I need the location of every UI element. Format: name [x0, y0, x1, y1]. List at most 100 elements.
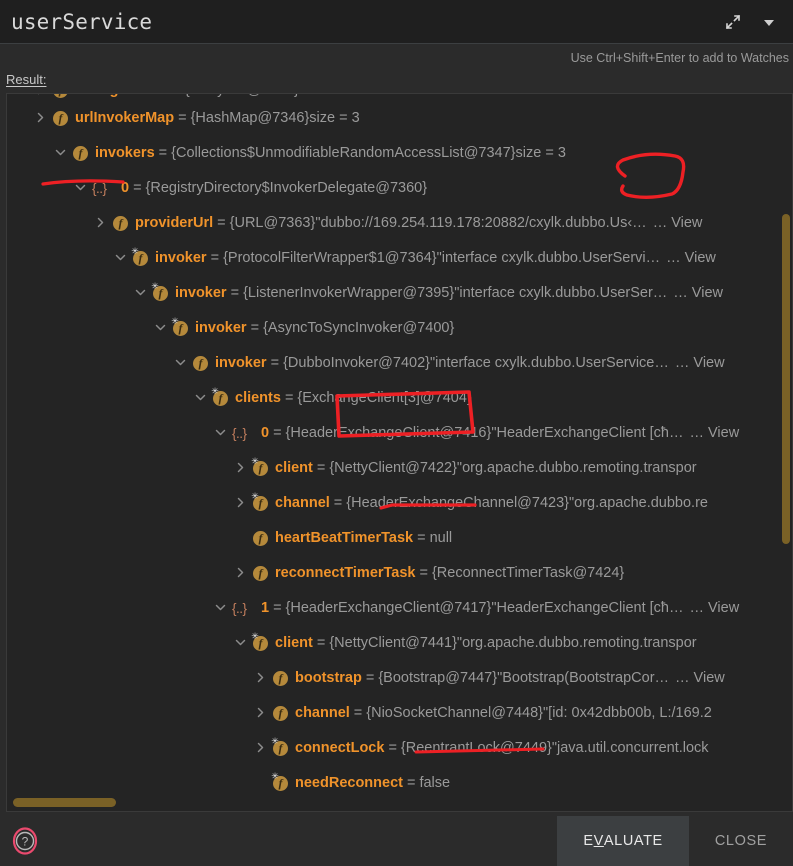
tree-expanded-arrow-icon[interactable]	[75, 182, 88, 195]
tree-rows: fconfigurators={ArrayList@7344} size = 1…	[7, 94, 792, 801]
final-field-icon: f ✳	[131, 247, 149, 267]
tree-collapsed-arrow-icon[interactable]	[235, 567, 248, 580]
tree-row[interactable]: f ✳ connectLock = {ReentrantLock@7449} "java…	[7, 731, 792, 766]
tree-row[interactable]: f ✳ client = {NettyClient@7422} "org.apache.…	[7, 451, 792, 486]
tree-collapsed-arrow-icon[interactable]	[35, 112, 48, 125]
tree-expanded-arrow-icon[interactable]	[215, 602, 228, 615]
field-name-label: invokers	[95, 145, 155, 161]
evaluate-button[interactable]: E V ALUATE	[557, 816, 689, 866]
field-value-string: "interface cxylk.dubbo.UserServi…	[436, 250, 661, 266]
tree-expanded-arrow-icon[interactable]	[235, 637, 248, 650]
field-name-label: urlInvokerMap	[75, 110, 175, 126]
final-field-icon: f ✳	[151, 282, 169, 302]
tree-collapsed-arrow-icon[interactable]	[255, 707, 268, 720]
view-value-link[interactable]: … View	[653, 206, 703, 241]
view-value-link[interactable]: … View	[689, 416, 739, 451]
array-index-label: 1	[261, 600, 270, 616]
tree-expanded-arrow-icon[interactable]	[175, 357, 188, 370]
tree-scroll-area[interactable]: fconfigurators={ArrayList@7344} size = 1…	[7, 94, 792, 811]
tree-collapsed-arrow-icon[interactable]	[235, 497, 248, 510]
field-value-string: "org.apache.dubbo.remoting.transpor	[456, 635, 697, 651]
field-value-string: "[id: 0x42dbb00b, L:/169.2	[543, 705, 712, 721]
field-value-label: {HeaderExchangeClient@7417}	[285, 600, 492, 616]
tree-row[interactable]: f ✳ invoker = {ProtocolFilterWrapper$1@7364}…	[7, 241, 792, 276]
tree-collapsed-arrow-icon[interactable]	[95, 217, 108, 230]
array-element-icon: {..}	[92, 181, 107, 196]
tree-no-arrow-spacer	[235, 532, 248, 545]
tree-expanded-arrow-icon[interactable]	[115, 252, 128, 265]
tree-row[interactable]: f providerUrl = {URL@7363} "dubbo://169.254…	[7, 206, 792, 241]
tree-row[interactable]: f ✳ client = {NettyClient@7441} "org.apache.…	[7, 626, 792, 661]
tree-collapsed-arrow-icon[interactable]	[235, 462, 248, 475]
tree-row[interactable]: f ✳ needReconnect = false	[7, 766, 792, 801]
tree-expanded-arrow-icon[interactable]	[135, 287, 148, 300]
tree-row[interactable]: {..} 1 = {HeaderExchangeClient@7417} "Heade…	[7, 591, 792, 626]
tree-row[interactable]: f ✳ invoker = {AsyncToSyncInvoker@7400}	[7, 311, 792, 346]
tree-collapsed-arrow-icon[interactable]	[255, 742, 268, 755]
field-value-string: "dubbo://169.254.119.178:20882/cxylk.dub…	[315, 215, 647, 231]
equals-sign: =	[210, 250, 220, 266]
field-icon: f	[52, 94, 69, 99]
tree-row[interactable]: f ✳ invoker = {ListenerInvokerWrapper@7395} …	[7, 276, 792, 311]
equals-sign: =	[158, 145, 168, 161]
field-value-label: {RegistryDirectory$InvokerDelegate@7360}	[145, 180, 428, 196]
expression-input[interactable]: userService	[0, 10, 152, 34]
equals-sign: =	[217, 215, 226, 231]
tree-row[interactable]: f ✳ channel = {HeaderExchangeChannel@7423} "…	[7, 486, 792, 521]
tree-row[interactable]: f urlInvokerMap = {HashMap@7346} size = 3	[7, 101, 792, 136]
tree-collapsed-arrow-icon[interactable]	[255, 672, 268, 685]
field-name-label: bootstrap	[295, 670, 362, 686]
tree-row[interactable]: f heartBeatTimerTask = null	[7, 521, 792, 556]
tree-row[interactable]: f channel = {NioSocketChannel@7448} "[id: 0…	[7, 696, 792, 731]
field-value-label: {URL@7363}	[229, 215, 316, 231]
tree-collapsed-arrow-icon[interactable]	[35, 94, 48, 97]
tree-row[interactable]: f configurators={ArrayList@7344} size = 1	[7, 94, 792, 101]
result-label-text: Result:	[6, 72, 47, 87]
field-value-label: {NioSocketChannel@7448}	[366, 705, 544, 721]
field-value-string: "interface cxylk.dubbo.UserSer…	[454, 285, 668, 301]
expand-diagonal-icon[interactable]	[723, 12, 743, 32]
tree-no-arrow-spacer	[255, 777, 268, 790]
view-value-link[interactable]: … View	[675, 346, 725, 381]
field-value-label: {Collections$UnmodifiableRandomAccessLis…	[171, 145, 516, 161]
evaluate-expression-dialog: userService Use Ctrl+Shift+Enter to add …	[0, 0, 793, 866]
field-value-label: {NettyClient@7441}	[329, 635, 457, 651]
tree-row[interactable]: {..} 0 = {RegistryDirectory$InvokerDelegate…	[7, 171, 792, 206]
help-question-icon[interactable]: ?	[10, 826, 40, 856]
tree-row[interactable]: f reconnectTimerTask = {ReconnectTimerTask@…	[7, 556, 792, 591]
final-field-icon: f ✳	[251, 457, 269, 477]
tree-row[interactable]: f ✳ clients = {ExchangeClient[3]@7404}	[7, 381, 792, 416]
chevron-down-icon[interactable]	[759, 12, 779, 32]
help-button[interactable]: ?	[10, 826, 40, 856]
field-icon: f	[272, 670, 289, 687]
close-button[interactable]: CLOSE	[688, 816, 793, 866]
result-tree-panel[interactable]: fconfigurators={ArrayList@7344} size = 1…	[6, 93, 793, 812]
array-element-icon: {..}	[232, 601, 247, 616]
tree-row[interactable]: f invoker = {DubboInvoker@7402} "interface …	[7, 346, 792, 381]
tree-expanded-arrow-icon[interactable]	[215, 427, 228, 440]
tree-expanded-arrow-icon[interactable]	[195, 392, 208, 405]
view-value-link[interactable]: … View	[675, 661, 725, 696]
field-value-label: {ReentrantLock@7449}	[400, 740, 552, 756]
vertical-scrollbar[interactable]	[782, 214, 790, 544]
field-value-label: {ExchangeClient[3]@7404}	[297, 390, 472, 406]
tree-row[interactable]: f invokers = {Collections$UnmodifiableRando…	[7, 136, 792, 171]
field-value-label: {HashMap@7346}	[190, 110, 310, 126]
field-name-label: needReconnect	[295, 775, 403, 791]
field-value-label: {ArrayList@7344}	[185, 94, 299, 101]
view-value-link[interactable]: … View	[689, 591, 739, 626]
dialog-footer: ? E V ALUATE CLOSE	[0, 816, 793, 866]
tree-expanded-arrow-icon[interactable]	[55, 147, 68, 160]
field-value-string: "HeaderExchangeClient [cħ…	[491, 600, 684, 616]
field-name-label: client	[275, 460, 313, 476]
tree-row[interactable]: f bootstrap = {Bootstrap@7447} "Bootstrap(B…	[7, 661, 792, 696]
view-value-link[interactable]: … View	[666, 241, 716, 276]
tree-expanded-arrow-icon[interactable]	[155, 322, 168, 335]
tree-row[interactable]: {..} 0 = {HeaderExchangeClient@7416} "Heade…	[7, 416, 792, 451]
field-value-label: false	[419, 775, 451, 791]
horizontal-scrollbar[interactable]	[13, 798, 116, 807]
view-value-link[interactable]: … View	[673, 276, 723, 311]
equals-sign: =	[353, 705, 363, 721]
equals-sign: =	[168, 94, 184, 101]
field-value-label: {ReconnectTimerTask@7424}	[431, 565, 625, 581]
